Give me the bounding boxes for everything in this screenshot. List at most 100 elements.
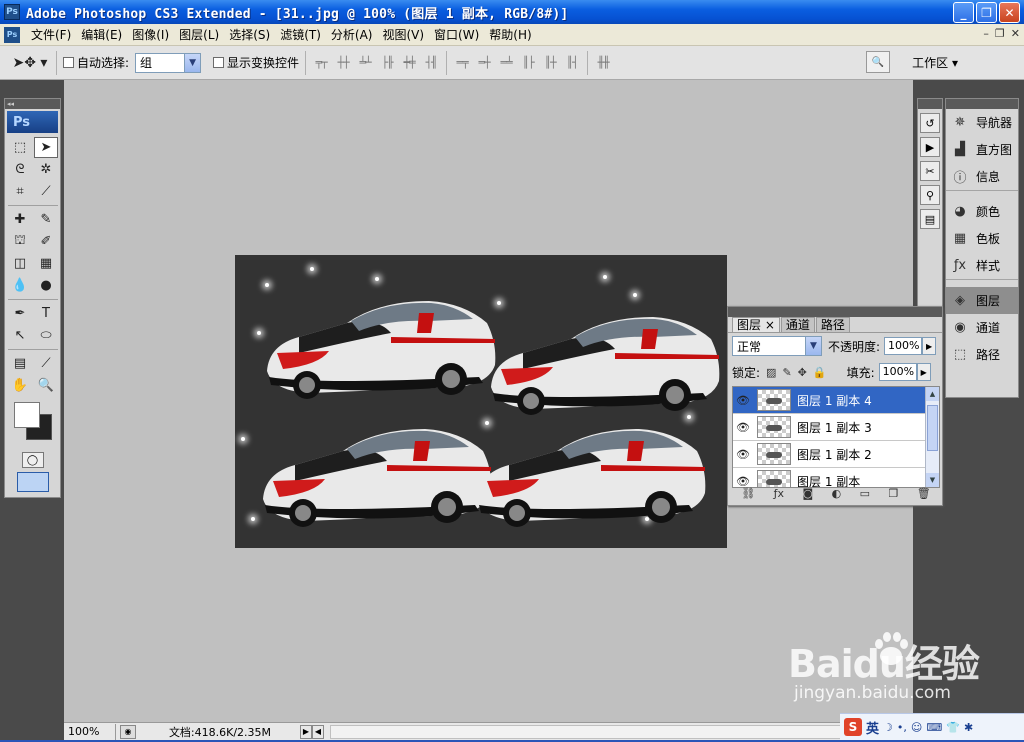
align-vcenter-icon[interactable]: ┼┼ [334, 56, 352, 69]
layer-list-scrollbar[interactable]: ▲ ▼ [925, 387, 939, 487]
fill-field[interactable]: 100% [878, 363, 917, 381]
menu-help[interactable]: 帮助(H) [484, 26, 536, 43]
magic-wand-tool-icon[interactable]: ✲ [34, 159, 58, 180]
foreground-color-swatch[interactable] [14, 402, 40, 428]
layer-mask-icon[interactable]: ◙ [802, 487, 813, 503]
tab-layers[interactable]: 图层 × [732, 317, 780, 332]
opacity-slider-arrow[interactable]: ▶ [922, 337, 937, 355]
visibility-eye-icon[interactable]: 👁 [733, 475, 753, 488]
layer-row[interactable]: 👁 图层 1 副本 2 [733, 441, 939, 468]
restore-button[interactable]: ❐ [976, 2, 997, 23]
hand-tool-icon[interactable]: ✋ [8, 375, 32, 396]
horizontal-scrollbar[interactable] [330, 724, 913, 739]
scroll-down-icon[interactable]: ▼ [926, 473, 939, 487]
toolbox-collapse-bar[interactable]: ◂◂ [5, 99, 60, 109]
distribute-bottom-icon[interactable]: ═╧ [497, 56, 515, 69]
dock-collapse-bar[interactable] [946, 99, 1018, 109]
tab-channels[interactable]: 通道 [780, 317, 815, 332]
scroll-left-icon[interactable]: ◀ [312, 724, 324, 739]
tab-paths[interactable]: 路径 [815, 317, 850, 332]
lock-pixels-icon[interactable]: ✎ [782, 366, 791, 379]
eraser-tool-icon[interactable]: ◫ [8, 253, 32, 274]
dodge-tool-icon[interactable]: ● [34, 275, 58, 296]
align-bottom-icon[interactable]: ╧┴ [356, 56, 374, 69]
layer-comps-icon[interactable]: ▤ [920, 209, 940, 229]
path-selection-tool-icon[interactable]: ↖ [8, 325, 32, 346]
show-transform-checkbox[interactable]: 显示变换控件 [213, 54, 299, 71]
skin-icon[interactable]: 👕 [946, 721, 960, 734]
blend-mode-dropdown[interactable]: 正常 ▼ [732, 336, 822, 356]
dock-item-channels[interactable]: ◉ 通道 [946, 314, 1018, 341]
menu-select[interactable]: 选择(S) [224, 26, 275, 43]
menu-window[interactable]: 窗口(W) [429, 26, 484, 43]
layer-row[interactable]: 👁 图层 1 副本 4 [733, 387, 939, 414]
status-menu-arrow[interactable]: ▶ [300, 724, 312, 739]
align-left-icon[interactable]: ├╟ [378, 56, 396, 69]
scrollbar-thumb[interactable] [927, 405, 938, 451]
distribute-top-icon[interactable]: ═╤ [453, 56, 471, 69]
adjustment-layer-icon[interactable]: ◐ [832, 487, 842, 503]
document-canvas[interactable] [235, 255, 727, 548]
slice-tool-icon[interactable]: ⟋ [34, 181, 58, 202]
dock-item-info[interactable]: ⓘ 信息 [946, 163, 1018, 190]
menu-view[interactable]: 视图(V) [377, 26, 429, 43]
eyedropper-tool-icon[interactable]: ⟋ [34, 353, 58, 374]
fill-slider-arrow[interactable]: ▶ [916, 363, 931, 381]
lock-position-icon[interactable]: ✥ [798, 366, 807, 379]
move-tool-icon[interactable]: ➤ [34, 137, 58, 158]
move-tool-preset-picker[interactable]: ➤✥ ▾ [10, 50, 50, 76]
screen-mode-button[interactable] [16, 472, 49, 492]
dock-item-color[interactable]: ◕ 颜色 [946, 198, 1018, 225]
crop-tool-icon[interactable]: ⌗ [8, 181, 32, 202]
dock-collapse-bar[interactable] [918, 99, 942, 109]
dock-item-styles[interactable]: ƒx 样式 [946, 252, 1018, 279]
dock-item-navigator[interactable]: ✵ 导航器 [946, 109, 1018, 136]
visibility-eye-icon[interactable]: 👁 [733, 394, 753, 407]
status-info-icon[interactable]: ◉ [120, 724, 136, 739]
distribute-vcenter-icon[interactable]: ═┼ [475, 56, 493, 69]
auto-align-button[interactable]: ╫╫ [594, 56, 612, 69]
pen-tool-icon[interactable]: ✒ [8, 303, 32, 324]
type-tool-icon[interactable]: T [34, 303, 58, 324]
align-hcenter-icon[interactable]: ┿╪ [400, 56, 418, 69]
ime-language[interactable]: 英 [866, 718, 879, 737]
history-icon[interactable]: ↺ [920, 113, 940, 133]
lock-all-icon[interactable]: 🔒 [813, 366, 827, 379]
dock-item-histogram[interactable]: ▟ 直方图 [946, 136, 1018, 163]
new-layer-icon[interactable]: ❐ [888, 487, 898, 503]
sogou-ime-icon[interactable]: S [844, 718, 862, 736]
panel-drag-bar[interactable] [728, 307, 942, 317]
notes-tool-icon[interactable]: ▤ [8, 353, 32, 374]
healing-brush-tool-icon[interactable]: ✚ [8, 209, 32, 230]
history-brush-tool-icon[interactable]: ✐ [34, 231, 58, 252]
keyboard-icon[interactable]: ⌨ [926, 721, 942, 734]
menu-edit[interactable]: 编辑(E) [76, 26, 127, 43]
layer-row[interactable]: 👁 图层 1 副本 [733, 468, 939, 488]
distribute-hcenter-icon[interactable]: ║┼ [541, 56, 559, 69]
clone-source-icon[interactable]: ⚲ [920, 185, 940, 205]
doc-restore-button[interactable]: ❐ [995, 27, 1005, 40]
auto-align-icon[interactable]: ╫╫ [594, 56, 612, 69]
distribute-left-icon[interactable]: ║├ [519, 56, 537, 69]
gradient-tool-icon[interactable]: ▦ [34, 253, 58, 274]
actions-icon[interactable]: ▶ [920, 137, 940, 157]
photoshop-logo[interactable]: Ps [7, 111, 58, 133]
auto-select-checkbox[interactable]: 自动选择: [63, 54, 129, 71]
blur-tool-icon[interactable]: 💧 [8, 275, 32, 296]
dock-item-layers[interactable]: ◈ 图层 [946, 287, 1018, 314]
delete-layer-icon[interactable]: 🗑 [917, 487, 931, 503]
align-right-icon[interactable]: ┤╢ [422, 56, 440, 69]
dock-item-paths[interactable]: ⬚ 路径 [946, 341, 1018, 368]
menu-filter[interactable]: 滤镜(T) [275, 26, 326, 43]
photoshop-app-icon[interactable]: Ps [4, 4, 20, 20]
opacity-field[interactable]: 100% [884, 337, 923, 355]
distribute-right-icon[interactable]: ║┤ [563, 56, 581, 69]
shape-tool-icon[interactable]: ⬭ [34, 325, 58, 346]
layer-style-icon[interactable]: ƒx [774, 487, 784, 503]
zoom-tool-icon[interactable]: 🔍 [34, 375, 58, 396]
emoji-icon[interactable]: ☺ [911, 721, 922, 734]
menu-image[interactable]: 图像(I) [127, 26, 174, 43]
doc-minimize-button[interactable]: – [983, 27, 989, 40]
lock-transparency-icon[interactable]: ▨ [766, 366, 776, 379]
visibility-eye-icon[interactable]: 👁 [733, 421, 753, 434]
